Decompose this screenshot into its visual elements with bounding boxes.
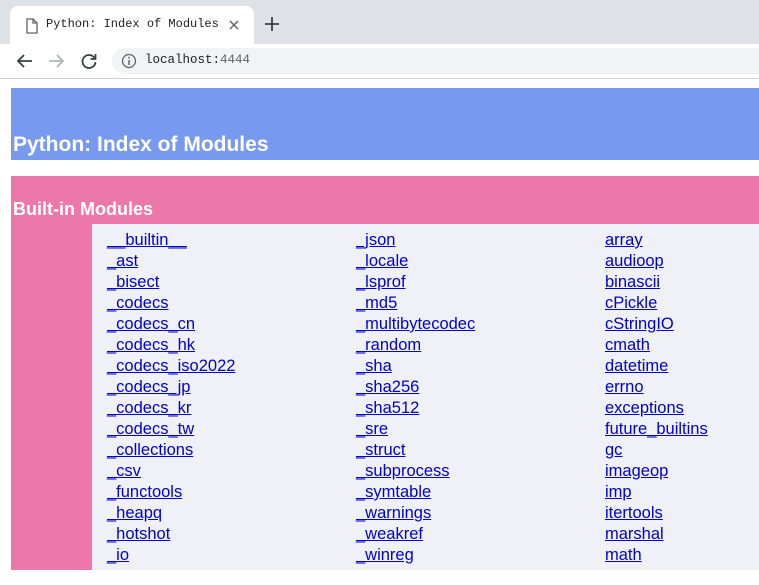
module-link[interactable]: _codecs_kr <box>107 398 235 419</box>
reload-icon[interactable] <box>79 51 99 71</box>
module-link[interactable]: _locale <box>356 251 475 272</box>
module-link[interactable]: _heapq <box>107 503 235 524</box>
module-link[interactable]: _codecs_tw <box>107 419 235 440</box>
forward-arrow-icon[interactable] <box>46 51 66 71</box>
module-link[interactable]: _warnings <box>356 503 475 524</box>
module-link[interactable]: _collections <box>107 440 235 461</box>
module-link[interactable]: _json <box>356 230 475 251</box>
url-host: localhost: <box>145 53 221 67</box>
module-link[interactable]: _codecs_jp <box>107 377 235 398</box>
module-link[interactable]: __builtin__ <box>107 230 235 251</box>
module-link[interactable]: datetime <box>605 356 708 377</box>
browser-tab[interactable]: Python: Index of Modules <box>10 6 254 44</box>
module-column-1: __builtin__ _ast _bisect _codecs _codecs… <box>107 230 235 566</box>
module-link[interactable]: _struct <box>356 440 475 461</box>
module-link[interactable]: cmath <box>605 335 708 356</box>
module-link[interactable]: _winreg <box>356 545 475 566</box>
module-link[interactable]: _codecs_hk <box>107 335 235 356</box>
module-link[interactable]: itertools <box>605 503 708 524</box>
module-link[interactable]: _md5 <box>356 293 475 314</box>
module-list: __builtin__ _ast _bisect _codecs _codecs… <box>92 224 759 570</box>
close-icon[interactable] <box>226 17 242 33</box>
new-tab-plus-icon[interactable] <box>262 14 282 34</box>
tab-strip: Python: Index of Modules <box>0 0 759 44</box>
tab-title: Python: Index of Modules <box>46 17 219 31</box>
module-link[interactable]: errno <box>605 377 708 398</box>
module-link[interactable]: array <box>605 230 708 251</box>
module-link[interactable]: imp <box>605 482 708 503</box>
module-link[interactable]: _codecs_iso2022 <box>107 356 235 377</box>
section-sidebar <box>11 224 92 570</box>
module-link[interactable]: _io <box>107 545 235 566</box>
module-link[interactable]: _sha256 <box>356 377 475 398</box>
url-text: localhost:4444 <box>145 53 250 67</box>
section-header: Built-in Modules <box>11 176 759 224</box>
module-link[interactable]: _ast <box>107 251 235 272</box>
module-link[interactable]: math <box>605 545 708 566</box>
module-link[interactable]: _random <box>356 335 475 356</box>
module-link[interactable]: future_builtins <box>605 419 708 440</box>
title-banner: Python: Index of Modules <box>11 88 759 160</box>
module-link[interactable]: _functools <box>107 482 235 503</box>
document-icon <box>26 18 38 34</box>
address-bar[interactable]: localhost:4444 <box>112 48 759 74</box>
url-port: 4444 <box>220 53 251 67</box>
module-link[interactable]: audioop <box>605 251 708 272</box>
module-link[interactable]: imageop <box>605 461 708 482</box>
page-title: Python: Index of Modules <box>13 133 269 156</box>
module-link[interactable]: _sha512 <box>356 398 475 419</box>
module-link[interactable]: cPickle <box>605 293 708 314</box>
module-link[interactable]: _codecs_cn <box>107 314 235 335</box>
module-link[interactable]: _hotshot <box>107 524 235 545</box>
module-link[interactable]: _codecs <box>107 293 235 314</box>
module-link[interactable]: _bisect <box>107 272 235 293</box>
module-column-3: array audioop binascii cPickle cStringIO… <box>605 230 708 566</box>
module-link[interactable]: _sha <box>356 356 475 377</box>
module-link[interactable]: cStringIO <box>605 314 708 335</box>
module-link[interactable]: _csv <box>107 461 235 482</box>
browser-toolbar: localhost:4444 <box>0 44 759 79</box>
module-column-2: _json _locale _lsprof _md5 _multibytecod… <box>356 230 475 566</box>
module-link[interactable]: _multibytecodec <box>356 314 475 335</box>
module-link[interactable]: _symtable <box>356 482 475 503</box>
module-link[interactable]: binascii <box>605 272 708 293</box>
section-title: Built-in Modules <box>13 199 153 219</box>
back-arrow-icon[interactable] <box>15 51 35 71</box>
module-link[interactable]: _weakref <box>356 524 475 545</box>
module-link[interactable]: _subprocess <box>356 461 475 482</box>
info-icon[interactable] <box>121 53 137 69</box>
module-link[interactable]: gc <box>605 440 708 461</box>
module-link[interactable]: marshal <box>605 524 708 545</box>
module-link[interactable]: _lsprof <box>356 272 475 293</box>
module-link[interactable]: _sre <box>356 419 475 440</box>
module-link[interactable]: exceptions <box>605 398 708 419</box>
page-content: Python: Index of Modules Built-in Module… <box>0 79 759 585</box>
